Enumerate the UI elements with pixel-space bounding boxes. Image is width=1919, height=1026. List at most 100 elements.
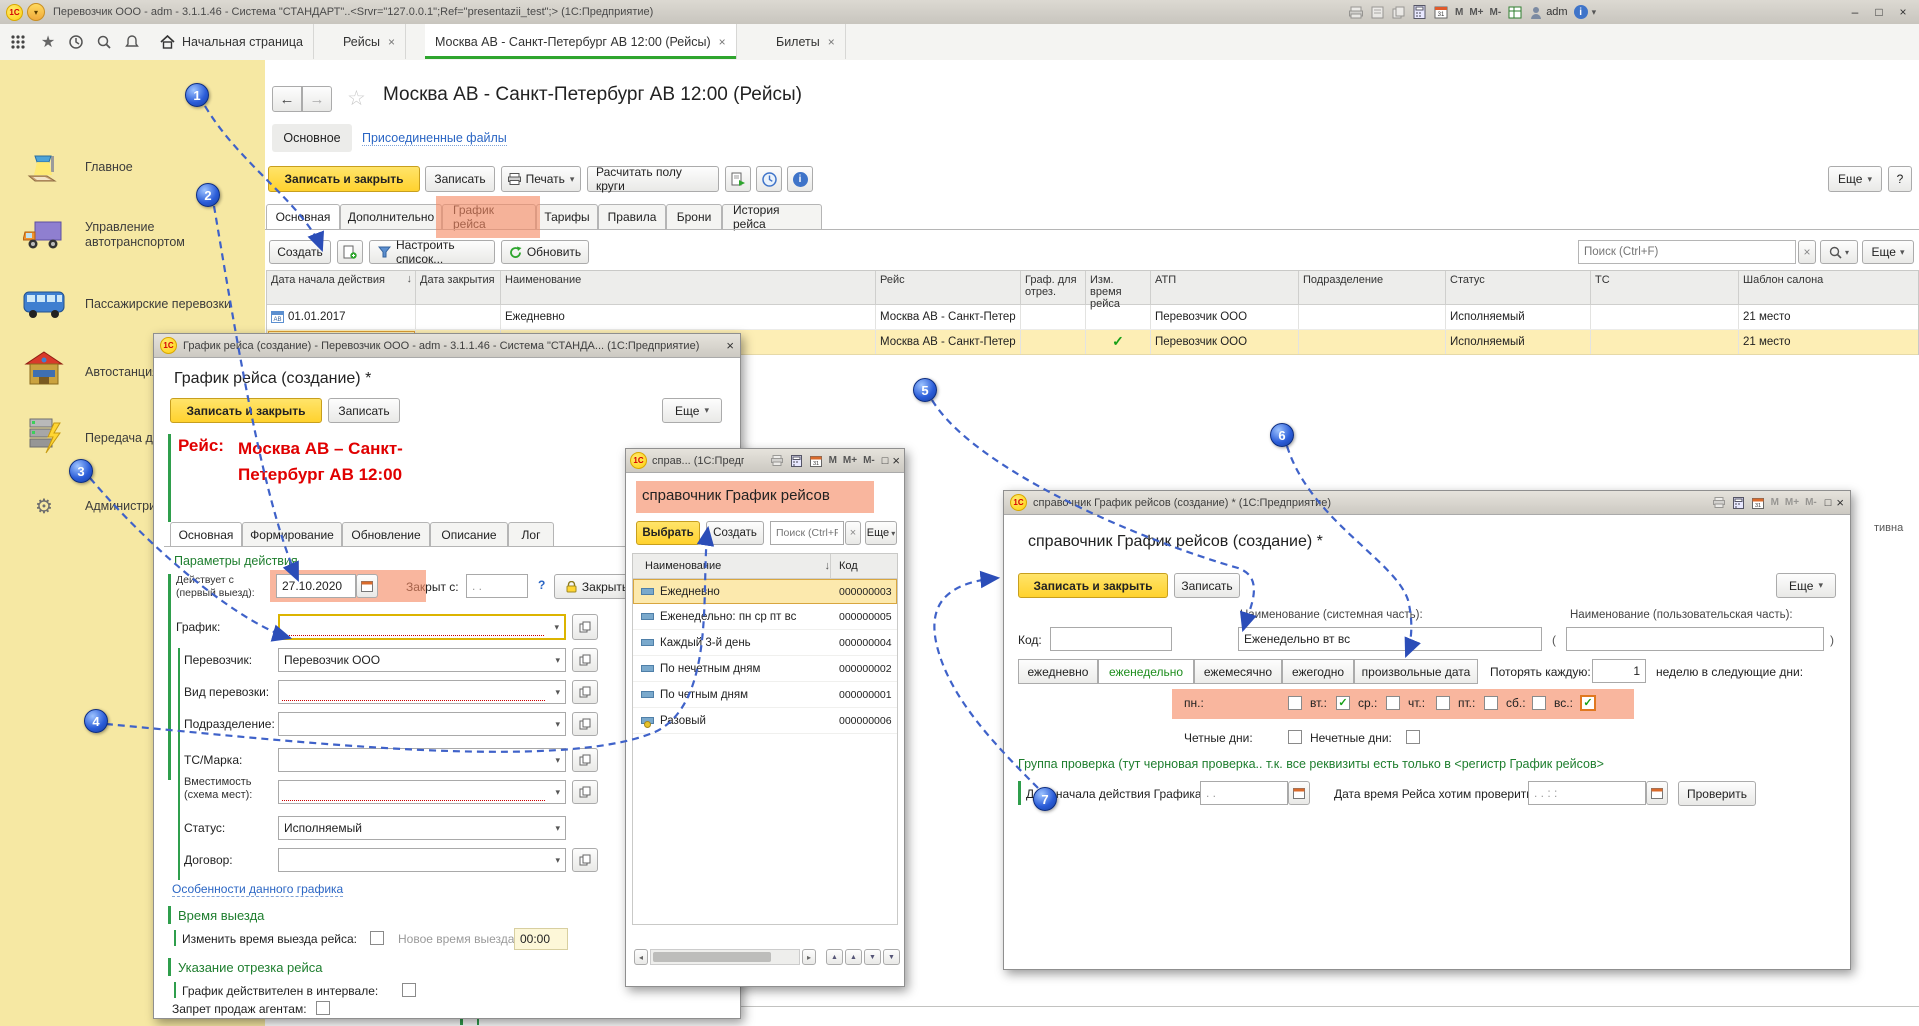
- column-header[interactable]: Статус: [1446, 271, 1591, 305]
- close-icon[interactable]: ×: [1836, 495, 1844, 510]
- tab-bilety[interactable]: Билеты ×: [766, 24, 846, 59]
- save-button[interactable]: Записать: [425, 166, 495, 192]
- status-field[interactable]: Исполняемый▾: [278, 816, 566, 840]
- maximize-icon[interactable]: □: [882, 455, 889, 467]
- page-tab-dopolnitelno[interactable]: Дополнительно: [340, 204, 442, 230]
- close-icon[interactable]: ×: [892, 453, 900, 468]
- date-check-field[interactable]: . . : :: [1528, 781, 1646, 805]
- window-minimize-button[interactable]: ‒: [1843, 2, 1867, 22]
- calendar-button[interactable]: [1646, 781, 1668, 805]
- search-lens-button[interactable]: ▾: [1820, 240, 1858, 264]
- memory-m-button[interactable]: M: [1771, 497, 1779, 508]
- more-button[interactable]: Еще▾: [1776, 573, 1836, 598]
- favorites-icon[interactable]: ★: [38, 32, 58, 52]
- save-close-button[interactable]: Записать и закрыть: [1018, 573, 1168, 598]
- print-icon[interactable]: [771, 455, 783, 466]
- select-button[interactable]: Выбрать: [636, 521, 700, 545]
- list-item[interactable]: Ежедневно 000000003: [633, 579, 897, 604]
- chevron-down-icon[interactable]: ▾: [1592, 7, 1597, 18]
- list-more-button[interactable]: Еще▾: [1862, 240, 1914, 264]
- search-icon[interactable]: [94, 32, 114, 52]
- calendar-icon[interactable]: 31: [1434, 5, 1448, 19]
- move-down-button[interactable]: ▼: [864, 949, 881, 965]
- close-icon[interactable]: ×: [828, 35, 835, 49]
- window-maximize-button[interactable]: □: [1867, 2, 1891, 22]
- vehicle-field[interactable]: ▾: [278, 748, 566, 772]
- window-close-button[interactable]: ×: [1891, 2, 1915, 22]
- help-button[interactable]: ?: [1888, 166, 1912, 192]
- dlg1-tab-obnovlenie[interactable]: Обновление: [342, 522, 430, 547]
- dlg1-tab-osnovnaya[interactable]: Основная: [170, 522, 242, 547]
- create-button[interactable]: Создать: [706, 521, 764, 545]
- new-departure-field[interactable]: 00:00: [514, 928, 568, 950]
- move-bottom-button[interactable]: ▼: [883, 949, 900, 965]
- view-tab-attachments[interactable]: Присоединенные файлы: [362, 131, 507, 146]
- scroll-left-button[interactable]: ◂: [634, 949, 648, 965]
- list-item[interactable]: По четным дням 000000001: [633, 682, 897, 708]
- column-header[interactable]: Наименование: [501, 271, 876, 305]
- save-button[interactable]: Записать: [1174, 573, 1240, 598]
- page-tab-pravila[interactable]: Правила: [598, 204, 666, 230]
- search-clear-button[interactable]: ×: [1798, 240, 1816, 264]
- dialog-titlebar[interactable]: 1С справочник График рейсов (создание) *…: [1004, 491, 1850, 515]
- close-icon[interactable]: ×: [388, 35, 395, 49]
- preview-icon[interactable]: [1371, 6, 1384, 19]
- column-header[interactable]: Граф. для отрез.: [1021, 271, 1086, 305]
- memory-mminus-button[interactable]: M-: [1490, 7, 1502, 18]
- search-input[interactable]: [770, 521, 844, 545]
- maximize-icon[interactable]: □: [1825, 497, 1832, 509]
- calculator-icon[interactable]: [1413, 5, 1426, 19]
- search-clear-button[interactable]: ×: [845, 521, 861, 545]
- features-link[interactable]: Особенности данного графика: [172, 882, 343, 897]
- division-field[interactable]: ▾: [278, 712, 566, 736]
- sidebar-item-passazhirskie[interactable]: Пассажирские перевозки: [0, 282, 265, 326]
- day-checkbox-pn[interactable]: [1288, 696, 1302, 710]
- user-name-field[interactable]: [1566, 627, 1824, 651]
- sidebar-item-glavnoe[interactable]: Главное: [0, 145, 265, 189]
- dlg1-tab-formirovanie[interactable]: Формирование: [242, 522, 342, 547]
- column-header[interactable]: АТП: [1151, 271, 1299, 305]
- name-column-header[interactable]: Наименование: [633, 560, 721, 572]
- day-checkbox-vt[interactable]: ✓: [1336, 696, 1350, 710]
- memory-mplus-button[interactable]: M+: [1785, 497, 1799, 508]
- save-button[interactable]: Записать: [328, 398, 400, 423]
- history-icon[interactable]: [66, 32, 86, 52]
- page-tab-tarify[interactable]: Тарифы: [536, 204, 598, 230]
- dialog-titlebar[interactable]: 1С справ... (1С:Предприятие) 31 M M+ M- …: [626, 449, 904, 473]
- sidebar-item-upravlenie[interactable]: Управление автотранспортом: [0, 210, 265, 260]
- column-header[interactable]: Дата закрытия: [416, 271, 501, 305]
- column-header[interactable]: Шаблон салона: [1739, 271, 1918, 305]
- check-button[interactable]: Проверить: [1678, 781, 1756, 806]
- open-button[interactable]: [572, 648, 598, 672]
- agents-checkbox[interactable]: [316, 1001, 330, 1015]
- even-days-checkbox[interactable]: [1288, 730, 1302, 744]
- closed-from-field[interactable]: . .: [466, 574, 528, 598]
- tab-reysy[interactable]: Рейсы ×: [333, 24, 406, 59]
- close-icon[interactable]: ×: [719, 35, 726, 49]
- day-checkbox-pt[interactable]: [1484, 696, 1498, 710]
- capacity-field[interactable]: ▾: [278, 780, 566, 804]
- open-button[interactable]: [572, 712, 598, 736]
- memory-mminus-button[interactable]: M-: [1805, 497, 1817, 508]
- info-icon[interactable]: i: [1574, 5, 1588, 19]
- calendar-icon[interactable]: 31: [810, 455, 822, 467]
- scroll-right-button[interactable]: ▸: [802, 949, 816, 965]
- page-tab-istoriya[interactable]: История рейса: [722, 204, 822, 230]
- notifications-icon[interactable]: [122, 32, 142, 52]
- memory-mplus-button[interactable]: M+: [843, 455, 857, 466]
- open-button[interactable]: [572, 848, 598, 872]
- tab-home[interactable]: Начальная страница: [150, 24, 314, 59]
- list-item[interactable]: По нечетным дням 000000002: [633, 656, 897, 682]
- sections-menu-icon[interactable]: [8, 32, 28, 52]
- code-field[interactable]: [1050, 627, 1172, 651]
- print-icon[interactable]: [1349, 6, 1363, 19]
- carrier-field[interactable]: Перевозчик ООО▾: [278, 648, 566, 672]
- column-header[interactable]: Дата начала действия↓: [267, 271, 416, 305]
- open-button[interactable]: [572, 780, 598, 804]
- open-button[interactable]: [572, 680, 598, 704]
- print-button[interactable]: Печать▾: [501, 166, 581, 192]
- memory-mplus-button[interactable]: M+: [1469, 7, 1483, 18]
- kind-field[interactable]: ▾: [278, 680, 566, 704]
- list-item[interactable]: Разовый 000000006: [633, 708, 897, 734]
- day-checkbox-vs[interactable]: ✓: [1580, 695, 1596, 711]
